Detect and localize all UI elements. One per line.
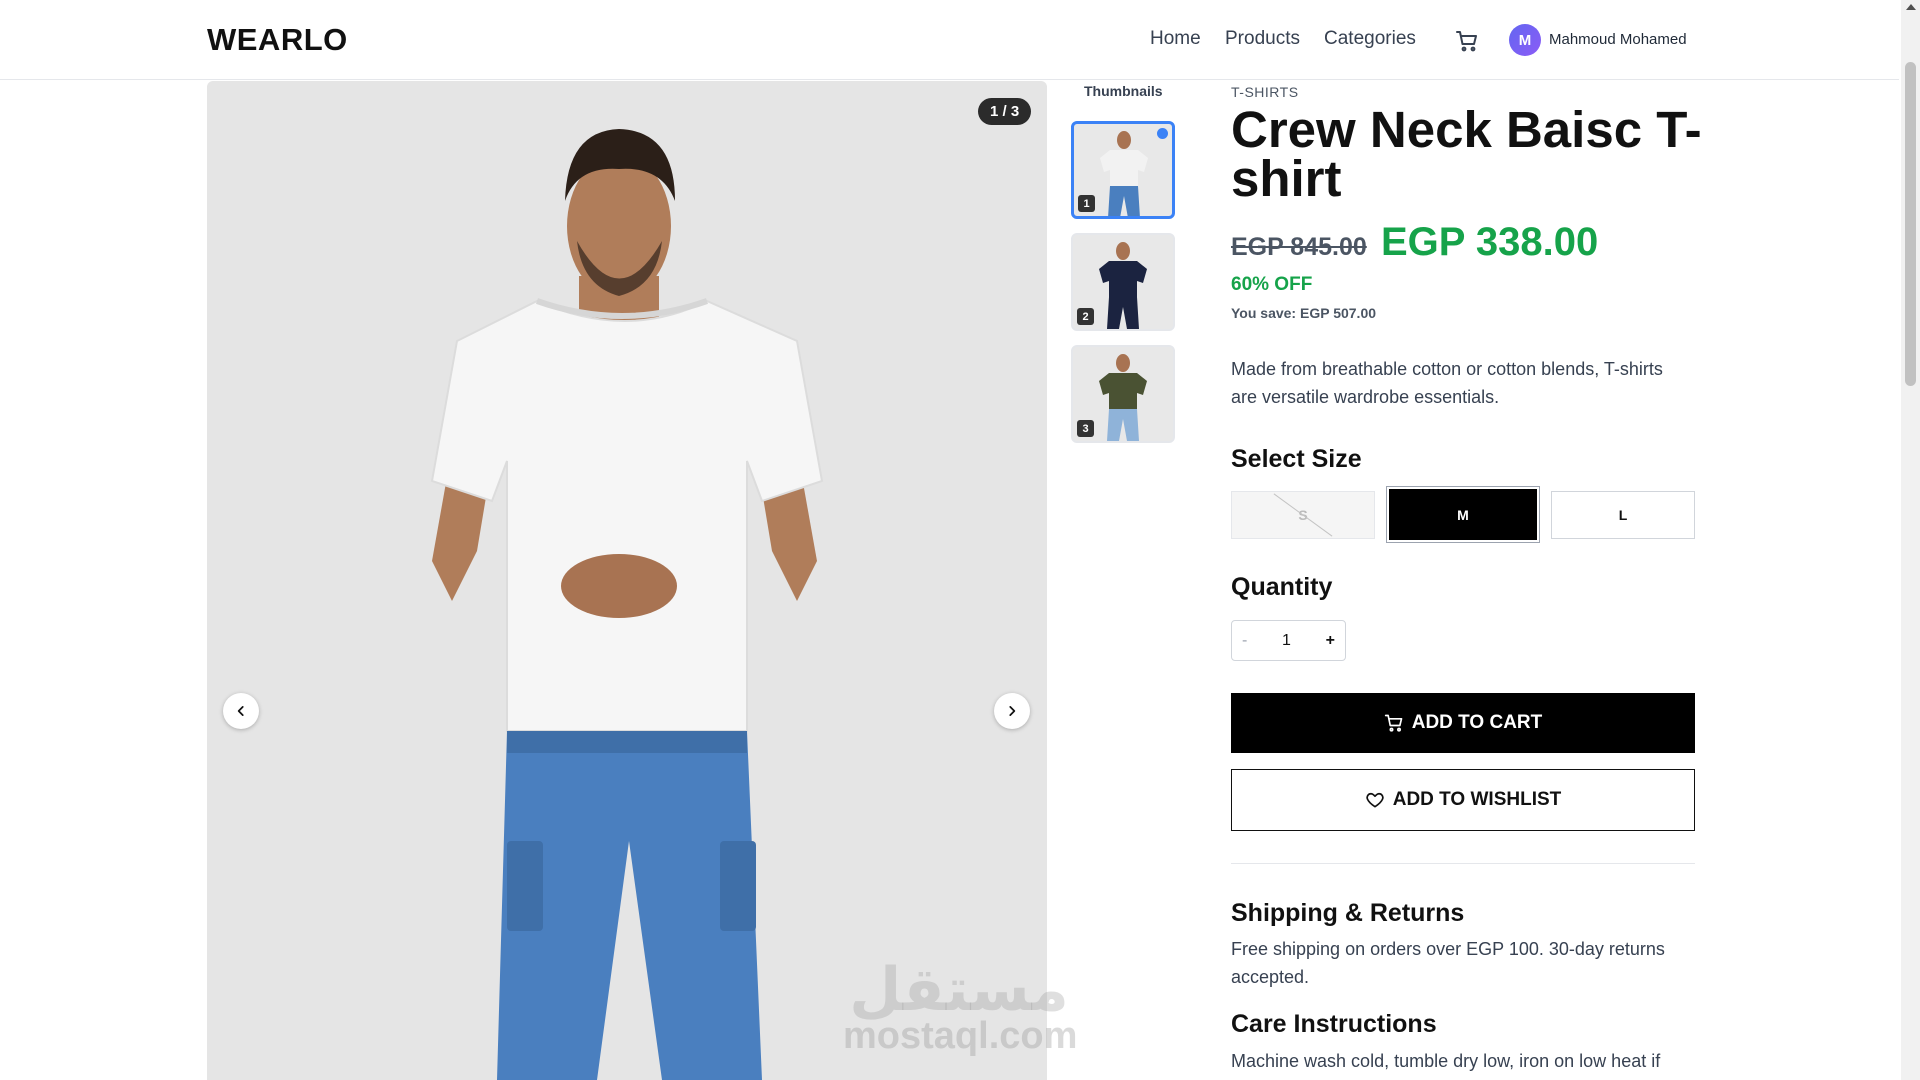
size-label-l: L — [1618, 507, 1628, 523]
size-option-l[interactable]: L — [1551, 491, 1695, 539]
nav-categories-link[interactable]: Categories — [1324, 28, 1416, 50]
unavailable-slash — [1273, 493, 1333, 537]
product-photo — [430, 129, 824, 1080]
cart-icon[interactable] — [1455, 29, 1479, 53]
thumbnail-number: 3 — [1077, 420, 1094, 437]
product-title: Crew Neck Baisc T-shirt — [1231, 101, 1702, 207]
nav-home-link[interactable]: Home — [1150, 28, 1201, 50]
shipping-text: Free shipping on orders over EGP 100. 30… — [1231, 939, 1665, 987]
thumbnail-3[interactable]: 3 — [1071, 345, 1175, 443]
quantity-decrease-button[interactable]: - — [1242, 632, 1247, 650]
quantity-value[interactable]: 1 — [1282, 632, 1291, 650]
nav-products-link[interactable]: Products — [1225, 28, 1300, 50]
care-text: Machine wash cold, tumble dry low, iron … — [1231, 1051, 1661, 1071]
image-counter: 1 / 3 — [978, 98, 1032, 125]
add-to-cart-label: ADD TO CART — [1411, 712, 1543, 733]
watermark-text: mostaql.com — [843, 1015, 1078, 1057]
user-name[interactable]: Mahmoud Mohamed — [1549, 31, 1687, 48]
avatar[interactable]: M — [1509, 24, 1541, 56]
product-category: T-SHIRTS — [1231, 84, 1299, 100]
logo[interactable]: WEARLO — [207, 22, 348, 58]
thumbnail-2[interactable]: 2 — [1071, 233, 1175, 331]
size-option-s[interactable]: S — [1231, 491, 1375, 539]
quantity-label: Quantity — [1231, 573, 1333, 601]
add-to-wishlist-label: ADD TO WISHLIST — [1392, 789, 1562, 810]
quantity-stepper: - 1 + — [1231, 620, 1346, 661]
size-label-m: M — [1457, 506, 1469, 523]
thumbnails-title: Thumbnails — [1084, 83, 1163, 99]
sale-price: EGP 338.00 — [1381, 220, 1599, 264]
savings-text: You save: EGP 507.00 — [1231, 305, 1377, 321]
size-option-m[interactable]: M — [1389, 489, 1537, 540]
chevron-right-icon — [1009, 706, 1016, 716]
scrollbar-thumb[interactable] — [1905, 62, 1916, 386]
cart-icon — [1384, 714, 1403, 732]
original-price: EGP 845.00 — [1231, 233, 1367, 261]
section-divider — [1231, 863, 1695, 864]
care-title: Care Instructions — [1231, 1010, 1437, 1038]
active-indicator — [1157, 128, 1168, 139]
add-to-wishlist-button[interactable]: ADD TO WISHLIST — [1231, 769, 1695, 831]
shipping-title: Shipping & Returns — [1231, 899, 1465, 927]
thumbnail-1[interactable]: 1 — [1071, 121, 1175, 219]
next-image-button[interactable] — [994, 693, 1030, 729]
site-header: WEARLO Home Products Categories M Mahmou… — [0, 0, 1899, 80]
discount-badge: 60% OFF — [1231, 274, 1313, 295]
main-product-image[interactable]: 1 / 3 — [207, 81, 1047, 1080]
quantity-increase-button[interactable]: + — [1326, 632, 1335, 650]
page-scrollbar[interactable] — [1901, 0, 1920, 1080]
chevron-left-icon — [237, 706, 244, 716]
thumbnail-number: 1 — [1078, 195, 1095, 212]
heart-icon — [1366, 792, 1384, 808]
select-size-label: Select Size — [1231, 445, 1362, 473]
thumbnail-number: 2 — [1077, 308, 1094, 325]
prev-image-button[interactable] — [223, 693, 259, 729]
scroll-up-icon[interactable] — [1906, 4, 1916, 10]
product-description: Made from breathable cotton or cotton bl… — [1231, 359, 1663, 407]
add-to-cart-button[interactable]: ADD TO CART — [1231, 693, 1695, 753]
